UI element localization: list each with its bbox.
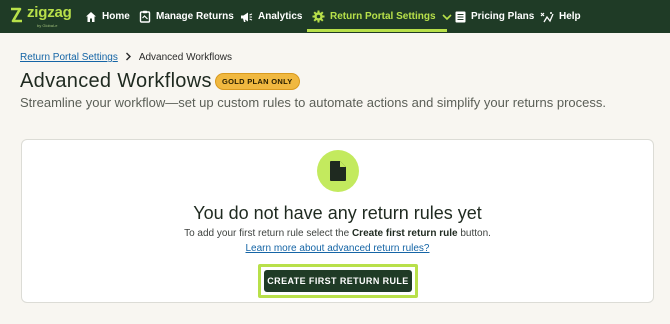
nav-home[interactable]: Home [85,0,130,33]
home-icon [86,11,96,22]
nav-analytics[interactable]: Analytics [240,0,302,33]
document-list-icon [455,11,466,22]
clipboard-icon [139,10,151,23]
document-icon-badge [317,150,359,192]
nav-return-portal-settings-label: Return Portal Settings [330,11,436,22]
nav-manage-returns[interactable]: Manage Returns [139,0,234,33]
document-icon [330,161,346,181]
create-first-return-rule-button[interactable]: CREATE FIRST RETURN RULE [264,270,412,292]
megaphone-icon [241,12,253,22]
breadcrumb-parent-link[interactable]: Return Portal Settings [20,52,118,63]
help-icon [540,11,554,22]
chevron-right-icon [125,52,132,64]
gold-plan-badge: GOLD PLAN ONLY [215,73,300,90]
active-tab-indicator [307,29,447,32]
empty-state-title: You do not have any return rules yet [193,203,482,223]
breadcrumb-current: Advanced Workflows [138,52,233,63]
gear-icon [312,10,325,23]
nav-home-label: Home [102,11,130,22]
empty-desc-suffix: button. [457,228,491,239]
nav-help-label: Help [559,11,581,22]
top-navigation: zigzag by Global-e Home Manage Returns A… [0,0,670,33]
nav-analytics-label: Analytics [258,11,303,22]
nav-manage-returns-label: Manage Returns [156,11,234,22]
breadcrumb: Return Portal Settings Advanced Workflow… [20,51,232,64]
cta-focus-outline: CREATE FIRST RETURN RULE [258,264,418,298]
learn-more-link[interactable]: Learn more about advanced return rules? [22,243,653,254]
nav-pricing-plans[interactable]: Pricing Plans [455,0,534,33]
nav-pricing-plans-label: Pricing Plans [471,11,535,22]
empty-state-card: You do not have any return rules yet To … [21,139,654,303]
zigzag-logo[interactable]: zigzag by Global-e [10,4,72,30]
page-title: Advanced Workflows [20,70,212,92]
empty-desc-prefix: To add your first return rule select the [184,228,352,239]
empty-state-description: To add your first return rule select the… [22,228,653,239]
nav-help[interactable]: Help [540,0,581,33]
page-subtitle: Streamline your workflow—set up custom r… [20,95,606,110]
empty-desc-bold: Create first return rule [351,228,458,239]
logo-text: zigzag [27,4,72,21]
zigzag-logo-icon [11,7,22,23]
chevron-down-icon [442,13,452,20]
logo-subtext: by Global-e [37,23,58,28]
